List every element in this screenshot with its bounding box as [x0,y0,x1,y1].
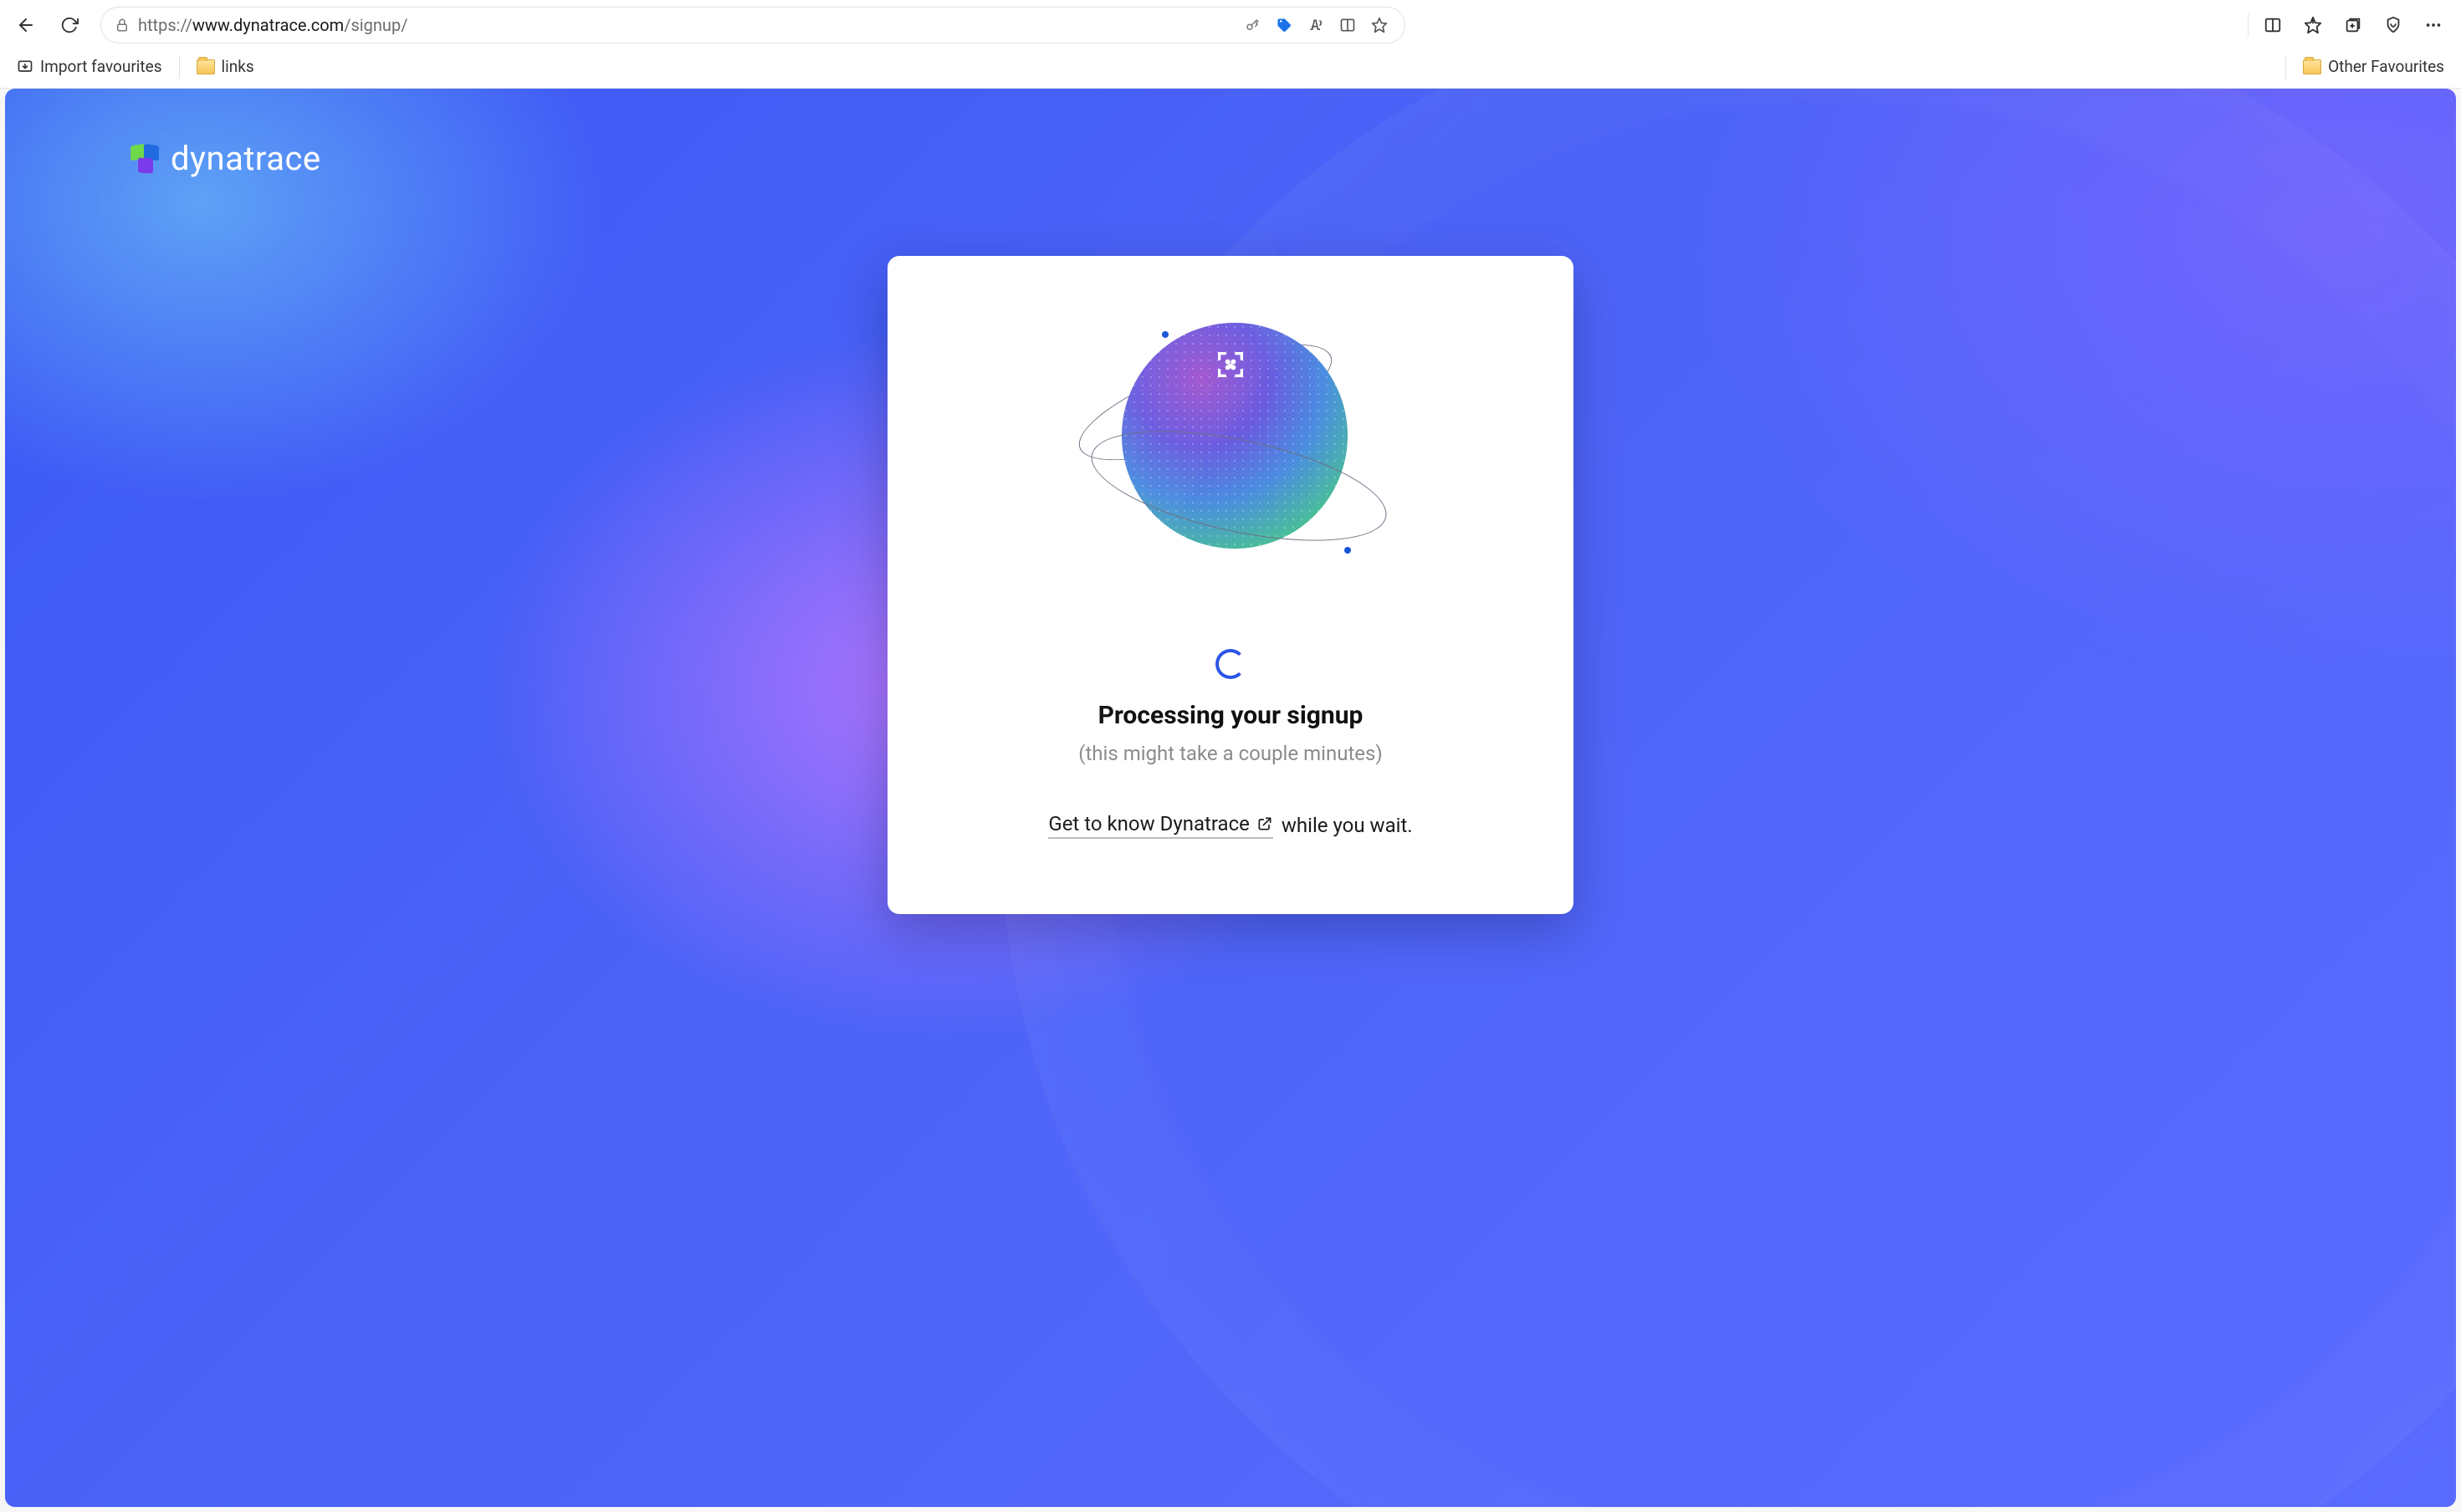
divider [2248,13,2249,37]
loading-spinner-icon [1215,649,1246,679]
lock-icon [115,18,130,33]
bookmark-folder-label: links [222,57,254,76]
cta-link-text: Get to know Dynatrace [1048,812,1250,835]
brand-name: dynatrace [171,139,321,178]
signup-card: Processing your signup (this might take … [888,256,1573,914]
scan-focus-icon [1214,348,1247,381]
nav-buttons [12,11,84,39]
orbit-dot-icon [1344,547,1351,554]
illustration [1072,314,1389,616]
address-bar[interactable]: https://www.dynatrace.com/signup/ [100,7,1405,43]
toolbar-right-icons [2248,9,2449,41]
bookmark-folder-links[interactable]: links [192,54,259,79]
divider [179,55,180,79]
other-favourites-label: Other Favourites [2328,57,2444,76]
read-aloud-icon[interactable] [1304,13,1328,37]
page-content: dynatrace Processing your signup ( [5,89,2456,1507]
collections-icon[interactable] [2337,9,2369,41]
other-favourites-button[interactable]: Other Favourites [2298,54,2449,79]
reader-mode-icon[interactable] [1336,13,1359,37]
divider [2285,55,2286,79]
brand-logo[interactable]: dynatrace [130,139,321,178]
get-to-know-link[interactable]: Get to know Dynatrace [1048,812,1273,839]
import-favourites-button[interactable]: Import favourites [12,54,167,79]
key-icon[interactable] [1241,13,1264,37]
back-button[interactable] [12,11,40,39]
browser-chrome: https://www.dynatrace.com/signup/ [0,0,2461,89]
favorites-icon[interactable] [2297,9,2329,41]
more-menu-icon[interactable] [2418,9,2449,41]
browser-toolbar: https://www.dynatrace.com/signup/ [0,0,2461,50]
cta-line: Get to know Dynatrace while you wait. [1048,812,1412,839]
favorite-star-icon[interactable] [1368,13,1391,37]
card-subtext: (this might take a couple minutes) [1078,742,1383,765]
split-screen-icon[interactable] [2257,9,2289,41]
external-link-icon [1256,815,1273,832]
url-text: https://www.dynatrace.com/signup/ [138,15,1232,35]
folder-icon [197,59,215,74]
import-favourites-label: Import favourites [40,57,162,76]
cta-suffix: while you wait. [1282,814,1413,837]
card-heading: Processing your signup [1098,701,1364,730]
refresh-button[interactable] [55,11,84,39]
shopping-tag-icon[interactable] [1272,13,1296,37]
brand-mark-icon [130,145,159,173]
folder-icon [2303,59,2321,74]
bookmarks-bar: Import favourites links Other Favourites [0,50,2461,88]
browser-essentials-icon[interactable] [2377,9,2409,41]
orbit-dot-icon [1162,331,1169,338]
